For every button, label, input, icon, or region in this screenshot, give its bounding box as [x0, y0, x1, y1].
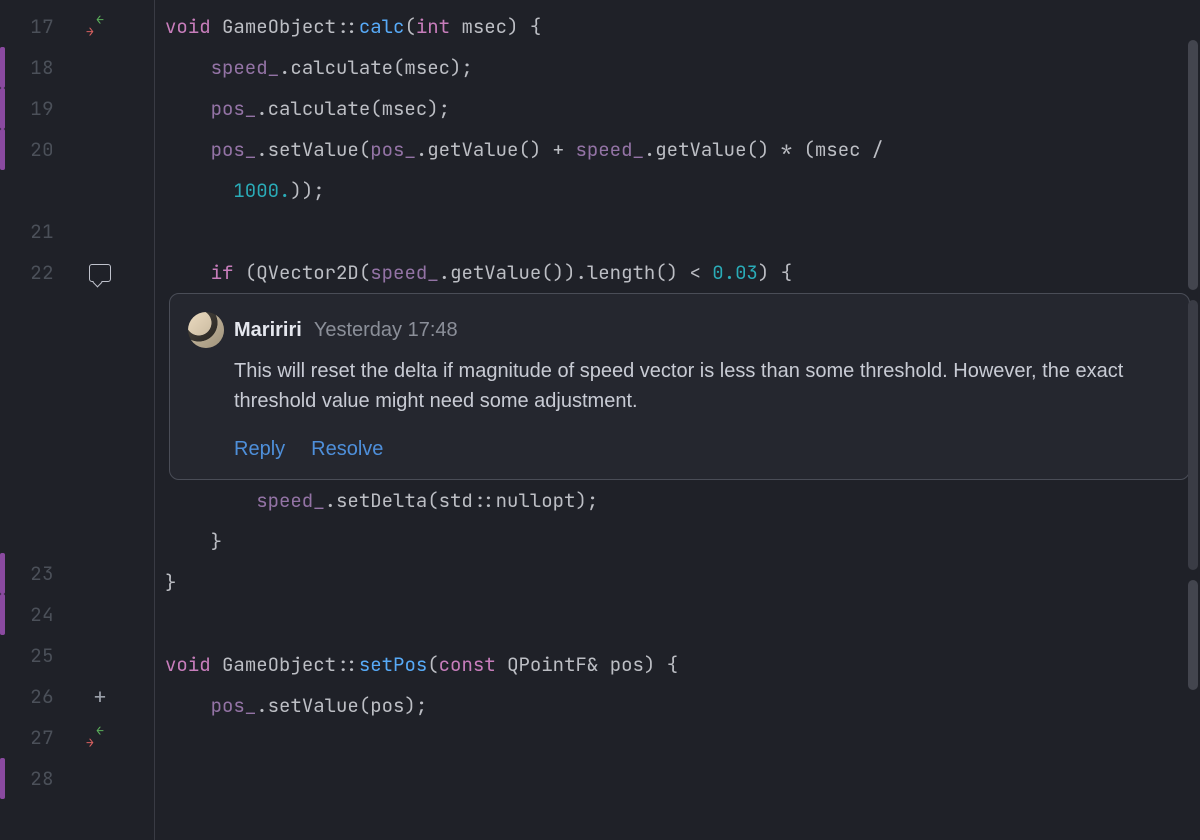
line-number: 22: [10, 260, 54, 285]
code-line[interactable]: void GameObject::setPos(const QPointF& p…: [155, 644, 1200, 685]
code-line[interactable]: }: [155, 521, 1200, 562]
gutter-row[interactable]: 18: [0, 47, 154, 88]
comment-timestamp: Yesterday 17:48: [314, 319, 458, 342]
code-line[interactable]: pos_.calculate(msec);: [155, 88, 1200, 129]
change-marker[interactable]: [0, 47, 5, 88]
comment-body: This will reset the delta if magnitude o…: [234, 356, 1167, 416]
inline-comment-card: Maririri Yesterday 17:48 This will reset…: [169, 293, 1190, 480]
diff-arrows-icon[interactable]: ← →: [86, 15, 114, 39]
line-number: 21: [10, 219, 54, 244]
line-number: 23: [10, 561, 54, 586]
change-marker[interactable]: [0, 129, 5, 170]
gutter: 17 ← → 18 19 20 21 22: [0, 0, 155, 840]
add-icon[interactable]: +: [93, 686, 106, 708]
change-marker[interactable]: [0, 553, 5, 594]
comment-icon[interactable]: [89, 264, 111, 282]
gutter-row[interactable]: 21: [0, 211, 154, 252]
code-content[interactable]: void GameObject::calc(int msec) { speed_…: [155, 0, 1200, 840]
code-line[interactable]: void GameObject::calc(int msec) {: [155, 6, 1200, 47]
line-number: 17: [10, 14, 54, 39]
code-line[interactable]: speed_.setDelta(std::nullopt);: [155, 480, 1200, 521]
change-marker[interactable]: [0, 758, 5, 799]
code-line[interactable]: }: [155, 562, 1200, 603]
change-marker[interactable]: [0, 594, 5, 635]
scrollbar-marker[interactable]: [1188, 300, 1198, 570]
line-number: 24: [10, 602, 54, 627]
line-number: 20: [10, 137, 54, 162]
gutter-row[interactable]: 17 ← →: [0, 6, 154, 47]
code-line[interactable]: speed_.calculate(msec);: [155, 47, 1200, 88]
line-number: 28: [10, 766, 54, 791]
line-number: 25: [10, 643, 54, 668]
gutter-row[interactable]: 26 +: [0, 676, 154, 717]
resolve-button[interactable]: Resolve: [311, 438, 383, 461]
line-number: 27: [10, 725, 54, 750]
gutter-row[interactable]: 28: [0, 758, 154, 799]
gutter-row[interactable]: 25: [0, 635, 154, 676]
gutter-row[interactable]: 27 ← →: [0, 717, 154, 758]
gutter-row[interactable]: 23: [0, 553, 154, 594]
avatar[interactable]: [188, 312, 224, 348]
code-line-wrap[interactable]: 1000.));: [155, 170, 1200, 211]
gutter-row[interactable]: 20: [0, 129, 154, 170]
scrollbar[interactable]: [1186, 0, 1198, 840]
line-number: 18: [10, 55, 54, 80]
code-line[interactable]: [155, 211, 1200, 252]
change-marker[interactable]: [0, 88, 5, 129]
scrollbar-thumb[interactable]: [1188, 40, 1198, 290]
reply-button[interactable]: Reply: [234, 438, 285, 461]
line-number: 26: [10, 684, 54, 709]
gutter-row[interactable]: 24: [0, 594, 154, 635]
code-line[interactable]: pos_.setValue(pos);: [155, 685, 1200, 726]
code-line[interactable]: [155, 603, 1200, 644]
comment-actions: Reply Resolve: [234, 438, 1167, 461]
gutter-row-wrap: [0, 170, 154, 211]
gutter-spacer: [0, 293, 154, 553]
code-editor: 17 ← → 18 19 20 21 22: [0, 0, 1200, 840]
gutter-row[interactable]: 19: [0, 88, 154, 129]
gutter-row[interactable]: 22: [0, 252, 154, 293]
line-number: 19: [10, 96, 54, 121]
comment-header: Maririri Yesterday 17:48: [188, 312, 1167, 348]
comment-author: Maririri: [234, 319, 302, 342]
scrollbar-thumb[interactable]: [1188, 580, 1198, 690]
code-line[interactable]: pos_.setValue(pos_.getValue() + speed_.g…: [155, 129, 1200, 170]
code-line[interactable]: if (QVector2D(speed_.getValue()).length(…: [155, 252, 1200, 293]
diff-arrows-icon[interactable]: ← →: [86, 726, 114, 750]
